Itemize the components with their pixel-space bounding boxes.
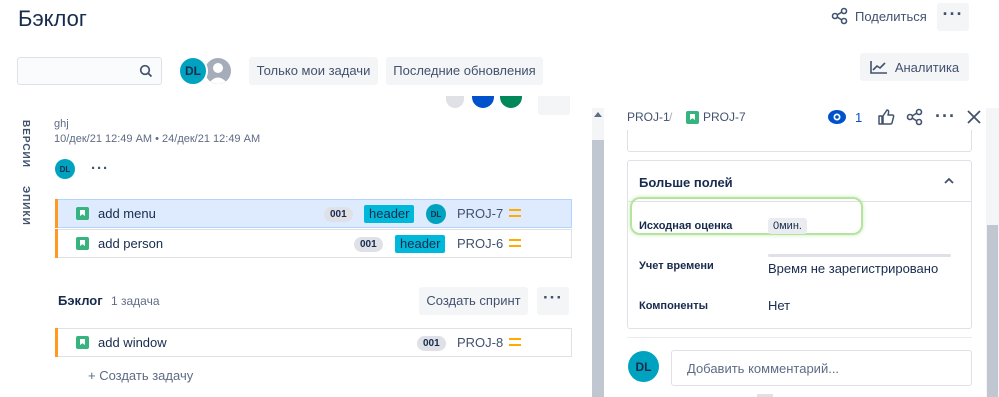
components-value[interactable]: Нет (768, 298, 790, 313)
estimate-label: Исходная оценка (639, 220, 733, 232)
issue-key[interactable]: PROJ-8 (457, 335, 503, 350)
sprint-avatar[interactable]: DL (55, 159, 75, 179)
epic-label[interactable]: header (364, 205, 415, 223)
epic-label[interactable]: header (395, 235, 446, 253)
priority-medium-icon (509, 239, 521, 247)
issue-key[interactable]: PROJ-7 (457, 206, 503, 221)
share-icon (831, 7, 848, 25)
backlog-scrollbar-thumb[interactable] (592, 140, 604, 397)
create-sprint-button[interactable]: Создать спринт (419, 287, 528, 315)
issue-summary: add person (98, 236, 164, 251)
story-points-badge: 001 (324, 207, 353, 222)
sprint-avatars-more[interactable]: ··· (91, 160, 109, 177)
sprint-status-chip (446, 96, 464, 108)
sprint-more-button[interactable] (538, 96, 570, 115)
issue-status-bar (55, 199, 58, 228)
breadcrumb-parent[interactable]: PROJ-1 (627, 110, 670, 124)
story-points-badge: 001 (354, 237, 383, 252)
components-label: Компоненты (639, 300, 708, 312)
share-icon[interactable] (906, 108, 924, 126)
sprint-status-chip (500, 96, 522, 108)
share-button[interactable]: Поделиться (831, 4, 927, 28)
watchers-count: 1 (855, 109, 863, 125)
detail-field-box (627, 130, 972, 152)
priority-medium-icon (509, 338, 521, 346)
story-points-badge: 001 (417, 336, 446, 351)
detail-scrollbar-thumb[interactable] (987, 225, 998, 397)
chevron-up-icon[interactable] (943, 177, 955, 185)
issue-summary: add window (98, 335, 167, 350)
issue-status-bar (55, 328, 58, 357)
time-tracking-bar[interactable] (768, 254, 951, 257)
time-tracking-value[interactable]: Время не зарегистрировано (768, 261, 938, 276)
issue-status-bar (55, 229, 58, 258)
breadcrumb-issue-key[interactable]: PROJ-7 (703, 110, 746, 124)
assignee-avatar[interactable]: DL (426, 204, 446, 224)
create-task-button[interactable]: + Создать задачу (88, 368, 193, 383)
divider (627, 337, 972, 338)
user-icon (208, 63, 228, 84)
issue-key[interactable]: PROJ-6 (457, 236, 503, 251)
scroll-up-arrow[interactable] (594, 112, 602, 117)
sprint-dates: 10/дек/21 12:49 AM • 24/дек/21 12:49 AM (54, 133, 261, 145)
tab-epics[interactable]: ЭПИКИ (17, 186, 31, 226)
backlog-more-button[interactable]: ··· (537, 287, 569, 315)
story-icon (76, 207, 89, 220)
comment-input[interactable]: Добавить комментарий... (671, 350, 972, 386)
filter-my-issues-button[interactable]: Только мои задачи (249, 57, 378, 85)
issue-row[interactable]: add person 001 header PROJ-6 (55, 229, 572, 258)
watch-button[interactable]: 1 (827, 109, 862, 125)
detail-more-button[interactable]: ··· (935, 106, 956, 127)
breadcrumb-separator: / (669, 110, 673, 124)
analytics-button[interactable]: Аналитика (860, 53, 969, 81)
issue-row[interactable]: add window 001 PROJ-8 (55, 328, 572, 357)
estimate-value[interactable]: 0мин. (768, 218, 807, 234)
story-icon (686, 111, 699, 124)
search-icon (139, 64, 153, 78)
avatar[interactable]: DL (178, 56, 208, 86)
more-fields-title[interactable]: Больше полей (639, 175, 733, 190)
close-icon[interactable] (966, 109, 982, 125)
share-label: Поделиться (855, 8, 927, 24)
sprint-name: ghj (54, 118, 69, 130)
page-title: Бэклог (18, 6, 87, 31)
like-icon[interactable] (877, 108, 895, 126)
tab-versions[interactable]: ВЕРСИИ (17, 120, 31, 168)
filter-recent-button[interactable]: Последние обновления (386, 57, 543, 85)
sprint-status-chip (472, 96, 494, 108)
comment-avatar: DL (628, 351, 659, 382)
issue-summary: add menu (98, 206, 156, 221)
backlog-count: 1 задача (111, 294, 160, 308)
eye-icon (828, 110, 846, 124)
backlog-title: Бэклог (58, 293, 103, 308)
more-actions-button[interactable]: ··· (937, 3, 969, 31)
issue-row[interactable]: add menu 001 header DL PROJ-7 (55, 199, 572, 228)
priority-medium-icon (509, 209, 521, 217)
chart-icon (870, 61, 887, 74)
time-tracking-label: Учет времени (639, 260, 714, 272)
story-icon (76, 336, 89, 349)
search-input[interactable] (17, 57, 162, 85)
analytics-label: Аналитика (894, 59, 960, 75)
story-icon (76, 237, 89, 250)
